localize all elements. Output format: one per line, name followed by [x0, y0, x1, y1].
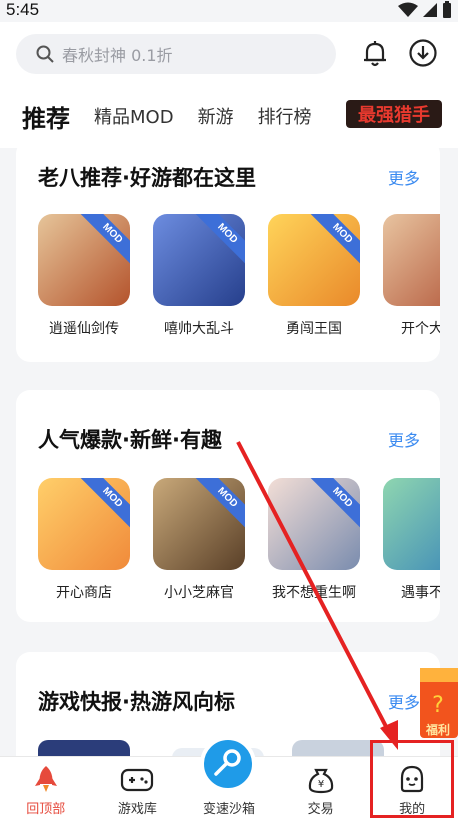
- nav-label: 变速沙箱: [202, 802, 255, 817]
- gift-label: 福利: [425, 722, 450, 737]
- tab-mod[interactable]: 精品MOD: [94, 103, 174, 129]
- svg-text:?: ?: [432, 693, 444, 718]
- mod-badge: MOD: [79, 214, 130, 267]
- section-title: 老八推荐·好游都在这里: [38, 166, 256, 190]
- game-icon[interactable]: MOD: [38, 214, 130, 306]
- game-name: 开个大工: [401, 321, 440, 337]
- game-list: MOD 开心商店 MOD 小小芝麻官 MOD 我不想重生啊 遇事不要: [38, 478, 440, 602]
- section-card-popular: 人气爆款·新鲜·有趣 更多 MOD 开心商店 MOD 小小芝麻官 MOD 我不想…: [16, 390, 440, 622]
- gift-box-icon[interactable]: ? 福利: [414, 660, 458, 742]
- game-name: 遇事不要: [401, 585, 440, 601]
- wifi-icon: [398, 2, 418, 17]
- game-list: MOD 逍遥仙剑传 MOD 嘻帅大乱斗 MOD 勇闯王国 开个大工: [38, 214, 440, 338]
- search-icon: [36, 45, 54, 63]
- sandbox-center-button[interactable]: [200, 736, 256, 792]
- game-item[interactable]: MOD 我不想重生啊: [268, 478, 360, 602]
- status-time: 5:45: [6, 0, 40, 19]
- rocket-icon: [34, 766, 57, 792]
- game-icon[interactable]: MOD: [153, 478, 245, 570]
- section-card-recommend: 老八推荐·好游都在这里 更多 MOD 逍遥仙剑传 MOD 嘻帅大乱斗 MOD 勇…: [16, 140, 440, 362]
- tab-ranking[interactable]: 排行榜: [258, 103, 312, 129]
- search-input[interactable]: 春秋封神 0.1折: [16, 34, 336, 74]
- game-name: 小小芝麻官: [164, 585, 234, 601]
- game-item[interactable]: 开个大工: [383, 214, 440, 338]
- section-title: 游戏快报·热游风向标: [38, 690, 235, 714]
- game-icon[interactable]: [383, 214, 440, 306]
- key-icon: [214, 749, 241, 776]
- mod-badge: MOD: [79, 478, 130, 531]
- money-bag-icon: ¥: [308, 768, 333, 794]
- mod-badge: MOD: [194, 214, 245, 267]
- game-item[interactable]: MOD 嘻帅大乱斗: [153, 214, 245, 338]
- game-item[interactable]: MOD 逍遥仙剑传: [38, 214, 130, 338]
- game-icon[interactable]: MOD: [38, 478, 130, 570]
- game-item[interactable]: MOD 开心商店: [38, 478, 130, 602]
- game-name: 我不想重生啊: [272, 585, 356, 601]
- more-link[interactable]: 更多: [388, 427, 420, 451]
- battery-icon: [443, 1, 451, 18]
- game-icon[interactable]: MOD: [268, 214, 360, 306]
- nav-back-to-top[interactable]: 回顶部: [0, 757, 92, 821]
- section-title: 人气爆款·新鲜·有趣: [38, 428, 222, 452]
- mod-badge: MOD: [309, 214, 360, 267]
- gamepad-icon: [121, 768, 154, 792]
- game-icon[interactable]: MOD: [268, 478, 360, 570]
- game-icon[interactable]: MOD: [153, 214, 245, 306]
- nav-label: 交易: [307, 802, 334, 817]
- download-button[interactable]: [406, 36, 440, 70]
- search-placeholder: 春秋封神 0.1折: [62, 46, 173, 65]
- game-item[interactable]: 遇事不要: [383, 478, 440, 602]
- notification-button[interactable]: [358, 36, 392, 70]
- game-name: 逍遥仙剑传: [49, 321, 119, 337]
- mod-badge: MOD: [309, 478, 360, 531]
- game-name: 嘻帅大乱斗: [164, 321, 234, 337]
- promo-logo-tab[interactable]: 最强猎手: [346, 94, 442, 134]
- svg-text:¥: ¥: [317, 779, 323, 790]
- bell-icon: [364, 41, 386, 67]
- game-item[interactable]: MOD 小小芝麻官: [153, 478, 245, 602]
- tab-recommend[interactable]: 推荐: [22, 99, 70, 150]
- nav-label: 回顶部: [26, 802, 66, 817]
- more-link[interactable]: 更多: [388, 165, 420, 189]
- annotation-highlight-box: [370, 740, 454, 818]
- game-name: 开心商店: [56, 585, 112, 601]
- game-name: 勇闯王国: [286, 321, 342, 337]
- nav-trade[interactable]: ¥ 交易: [275, 757, 367, 821]
- game-icon[interactable]: [383, 478, 440, 570]
- top-header: 春秋封神 0.1折 推荐 精品MOD 新游 排行榜 最强猎手: [0, 22, 458, 150]
- tab-new-games[interactable]: 新游: [198, 103, 234, 129]
- nav-game-library[interactable]: 游戏库: [92, 757, 184, 821]
- download-icon: [409, 39, 437, 67]
- category-tabs: 推荐 精品MOD 新游 排行榜: [22, 94, 336, 150]
- promo-logo-text: 最强猎手: [358, 104, 430, 126]
- status-icons: [398, 1, 452, 19]
- nav-label: 游戏库: [117, 802, 157, 817]
- game-item[interactable]: MOD 勇闯王国: [268, 214, 360, 338]
- signal-icon: [423, 3, 437, 17]
- status-bar: 5:45: [0, 0, 458, 22]
- mod-badge: MOD: [194, 478, 245, 531]
